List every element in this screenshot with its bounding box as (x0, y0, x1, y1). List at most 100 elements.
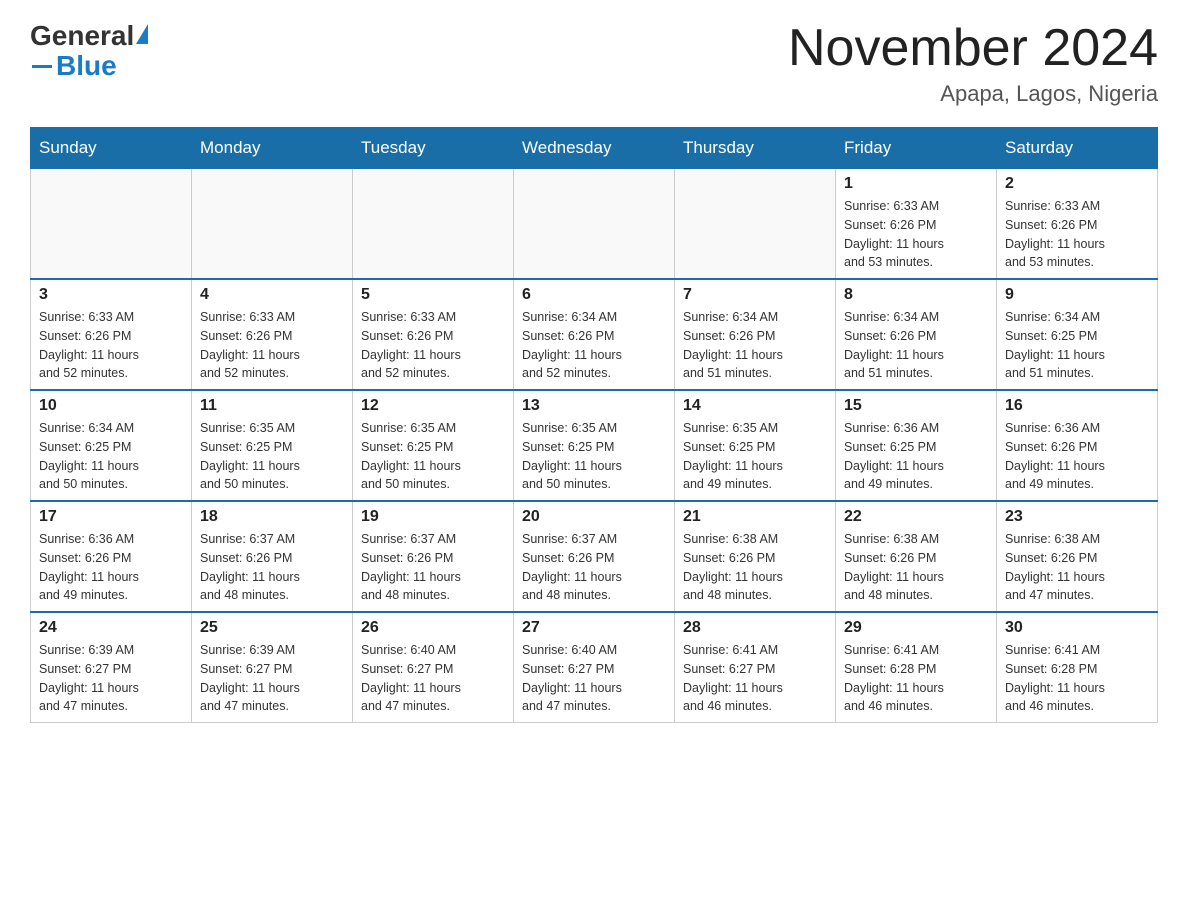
day-number: 19 (361, 508, 505, 526)
day-info: Sunrise: 6:33 AMSunset: 6:26 PMDaylight:… (844, 197, 988, 272)
calendar-cell: 28Sunrise: 6:41 AMSunset: 6:27 PMDayligh… (675, 612, 836, 723)
day-number: 18 (200, 508, 344, 526)
day-info: Sunrise: 6:34 AMSunset: 6:26 PMDaylight:… (844, 308, 988, 383)
day-number: 12 (361, 397, 505, 415)
day-info: Sunrise: 6:40 AMSunset: 6:27 PMDaylight:… (522, 641, 666, 716)
calendar-cell (514, 169, 675, 280)
day-number: 20 (522, 508, 666, 526)
day-number: 11 (200, 397, 344, 415)
day-info: Sunrise: 6:37 AMSunset: 6:26 PMDaylight:… (200, 530, 344, 605)
calendar-cell: 13Sunrise: 6:35 AMSunset: 6:25 PMDayligh… (514, 390, 675, 501)
week-row-3: 10Sunrise: 6:34 AMSunset: 6:25 PMDayligh… (31, 390, 1158, 501)
day-info: Sunrise: 6:35 AMSunset: 6:25 PMDaylight:… (200, 419, 344, 494)
day-number: 1 (844, 175, 988, 193)
day-info: Sunrise: 6:33 AMSunset: 6:26 PMDaylight:… (1005, 197, 1149, 272)
day-info: Sunrise: 6:41 AMSunset: 6:27 PMDaylight:… (683, 641, 827, 716)
month-title: November 2024 (788, 20, 1158, 77)
day-info: Sunrise: 6:37 AMSunset: 6:26 PMDaylight:… (522, 530, 666, 605)
calendar-cell: 2Sunrise: 6:33 AMSunset: 6:26 PMDaylight… (997, 169, 1158, 280)
day-number: 5 (361, 286, 505, 304)
day-info: Sunrise: 6:38 AMSunset: 6:26 PMDaylight:… (844, 530, 988, 605)
calendar-cell: 30 Sunrise: 6:41 AMSunset: 6:28 PMDayligh… (997, 612, 1158, 723)
day-number: 9 (1005, 286, 1149, 304)
logo-triangle-icon (136, 24, 148, 44)
day-number: 29 (844, 619, 988, 637)
day-info: Sunrise: 6:34 AMSunset: 6:26 PMDaylight:… (683, 308, 827, 383)
day-number: 6 (522, 286, 666, 304)
day-info: Sunrise: 6:39 AMSunset: 6:27 PMDaylight:… (200, 641, 344, 716)
column-header-saturday: Saturday (997, 128, 1158, 169)
calendar-cell (353, 169, 514, 280)
day-info: Sunrise: 6:33 AMSunset: 6:26 PMDaylight:… (200, 308, 344, 383)
day-info: Sunrise: 6:36 AMSunset: 6:26 PMDaylight:… (1005, 419, 1149, 494)
calendar-cell: 22Sunrise: 6:38 AMSunset: 6:26 PMDayligh… (836, 501, 997, 612)
calendar-cell: 25 Sunrise: 6:39 AMSunset: 6:27 PMDayligh… (192, 612, 353, 723)
day-number: 23 (1005, 508, 1149, 526)
calendar-cell: 7Sunrise: 6:34 AMSunset: 6:26 PMDaylight… (675, 279, 836, 390)
day-info: Sunrise: 6:33 AMSunset: 6:26 PMDaylight:… (39, 308, 183, 383)
day-info: Sunrise: 6:38 AMSunset: 6:26 PMDaylight:… (1005, 530, 1149, 605)
calendar-cell: 21 Sunrise: 6:38 AMSunset: 6:26 PMDayligh… (675, 501, 836, 612)
calendar-cell (192, 169, 353, 280)
day-number: 26 (361, 619, 505, 637)
calendar-cell: 6 Sunrise: 6:34 AMSunset: 6:26 PMDaylight… (514, 279, 675, 390)
calendar-cell: 23 Sunrise: 6:38 AMSunset: 6:26 PMDayligh… (997, 501, 1158, 612)
logo-blue-text: Blue (56, 50, 117, 82)
calendar-header-row: SundayMondayTuesdayWednesdayThursdayFrid… (31, 128, 1158, 169)
day-info: Sunrise: 6:34 AMSunset: 6:26 PMDaylight:… (522, 308, 666, 383)
day-number: 30 (1005, 619, 1149, 637)
day-number: 24 (39, 619, 183, 637)
calendar-cell: 10Sunrise: 6:34 AMSunset: 6:25 PMDayligh… (31, 390, 192, 501)
day-info: Sunrise: 6:37 AMSunset: 6:26 PMDaylight:… (361, 530, 505, 605)
calendar-cell (31, 169, 192, 280)
day-number: 16 (1005, 397, 1149, 415)
calendar-cell: 1 Sunrise: 6:33 AMSunset: 6:26 PMDaylight… (836, 169, 997, 280)
day-number: 4 (200, 286, 344, 304)
calendar-cell: 18 Sunrise: 6:37 AMSunset: 6:26 PMDayligh… (192, 501, 353, 612)
day-info: Sunrise: 6:34 AMSunset: 6:25 PMDaylight:… (1005, 308, 1149, 383)
calendar-cell: 17Sunrise: 6:36 AMSunset: 6:26 PMDayligh… (31, 501, 192, 612)
location: Apapa, Lagos, Nigeria (788, 81, 1158, 107)
day-number: 14 (683, 397, 827, 415)
logo: General Blue (30, 20, 148, 82)
day-info: Sunrise: 6:35 AMSunset: 6:25 PMDaylight:… (361, 419, 505, 494)
calendar-cell: 27 Sunrise: 6:40 AMSunset: 6:27 PMDayligh… (514, 612, 675, 723)
day-number: 21 (683, 508, 827, 526)
calendar-cell: 19 Sunrise: 6:37 AMSunset: 6:26 PMDayligh… (353, 501, 514, 612)
day-info: Sunrise: 6:36 AMSunset: 6:26 PMDaylight:… (39, 530, 183, 605)
day-info: Sunrise: 6:38 AMSunset: 6:26 PMDaylight:… (683, 530, 827, 605)
calendar-cell: 29 Sunrise: 6:41 AMSunset: 6:28 PMDayligh… (836, 612, 997, 723)
column-header-sunday: Sunday (31, 128, 192, 169)
day-info: Sunrise: 6:35 AMSunset: 6:25 PMDaylight:… (522, 419, 666, 494)
day-info: Sunrise: 6:41 AMSunset: 6:28 PMDaylight:… (844, 641, 988, 716)
calendar-cell: 8Sunrise: 6:34 AMSunset: 6:26 PMDaylight… (836, 279, 997, 390)
day-number: 27 (522, 619, 666, 637)
calendar-cell: 16 Sunrise: 6:36 AMSunset: 6:26 PMDayligh… (997, 390, 1158, 501)
week-row-5: 24 Sunrise: 6:39 AMSunset: 6:27 PMDayligh… (31, 612, 1158, 723)
calendar-cell: 24 Sunrise: 6:39 AMSunset: 6:27 PMDayligh… (31, 612, 192, 723)
column-header-tuesday: Tuesday (353, 128, 514, 169)
week-row-2: 3 Sunrise: 6:33 AMSunset: 6:26 PMDaylight… (31, 279, 1158, 390)
day-info: Sunrise: 6:33 AMSunset: 6:26 PMDaylight:… (361, 308, 505, 383)
title-area: November 2024 Apapa, Lagos, Nigeria (788, 20, 1158, 107)
day-info: Sunrise: 6:35 AMSunset: 6:25 PMDaylight:… (683, 419, 827, 494)
page-header: General Blue November 2024 Apapa, Lagos,… (30, 20, 1158, 107)
calendar-cell: 14 Sunrise: 6:35 AMSunset: 6:25 PMDayligh… (675, 390, 836, 501)
day-info: Sunrise: 6:39 AMSunset: 6:27 PMDaylight:… (39, 641, 183, 716)
calendar-cell: 26Sunrise: 6:40 AMSunset: 6:27 PMDayligh… (353, 612, 514, 723)
calendar-cell: 4 Sunrise: 6:33 AMSunset: 6:26 PMDaylight… (192, 279, 353, 390)
column-header-monday: Monday (192, 128, 353, 169)
calendar-cell: 5 Sunrise: 6:33 AMSunset: 6:26 PMDaylight… (353, 279, 514, 390)
calendar-cell: 12 Sunrise: 6:35 AMSunset: 6:25 PMDayligh… (353, 390, 514, 501)
column-header-wednesday: Wednesday (514, 128, 675, 169)
column-header-thursday: Thursday (675, 128, 836, 169)
day-info: Sunrise: 6:41 AMSunset: 6:28 PMDaylight:… (1005, 641, 1149, 716)
day-number: 10 (39, 397, 183, 415)
calendar-cell: 20 Sunrise: 6:37 AMSunset: 6:26 PMDayligh… (514, 501, 675, 612)
day-number: 25 (200, 619, 344, 637)
calendar-table: SundayMondayTuesdayWednesdayThursdayFrid… (30, 127, 1158, 723)
column-header-friday: Friday (836, 128, 997, 169)
day-number: 3 (39, 286, 183, 304)
week-row-4: 17Sunrise: 6:36 AMSunset: 6:26 PMDayligh… (31, 501, 1158, 612)
day-number: 15 (844, 397, 988, 415)
